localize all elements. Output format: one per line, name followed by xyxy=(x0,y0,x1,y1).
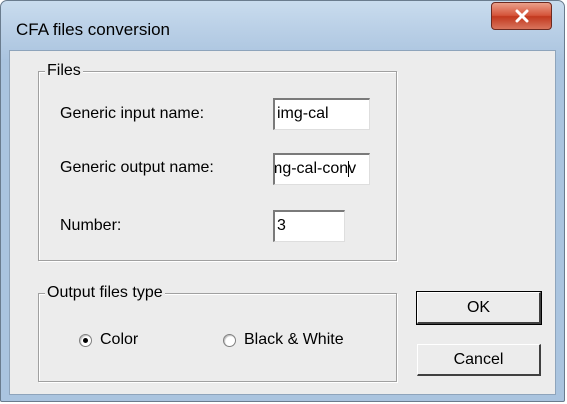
number-value: 3 xyxy=(277,217,286,234)
dialog-body: Files Generic input name: img-cal Generi… xyxy=(9,50,556,395)
close-button[interactable] xyxy=(491,2,552,30)
output-name-label: Generic output name: xyxy=(60,159,214,176)
output-type-group: Output files type Color Black & White xyxy=(38,284,397,382)
radio-black-white-label: Black & White xyxy=(244,331,344,348)
cancel-button[interactable]: Cancel xyxy=(417,344,541,376)
radio-black-white-indicator[interactable] xyxy=(223,333,236,347)
output-name-field[interactable]: mg-cal-conv xyxy=(273,153,370,185)
input-name-field[interactable]: img-cal xyxy=(273,98,370,130)
number-label: Number: xyxy=(60,217,122,234)
input-name-label: Generic input name: xyxy=(60,105,205,122)
input-name-value: img-cal xyxy=(277,105,329,122)
window-title: CFA files conversion xyxy=(16,20,171,39)
output-type-group-title: Output files type xyxy=(45,284,165,302)
ok-button[interactable]: OK xyxy=(416,291,542,325)
title-bar[interactable]: CFA files conversion xyxy=(1,1,564,49)
output-name-value: mg-cal-conv xyxy=(273,160,357,177)
radio-color[interactable]: Color xyxy=(79,331,138,349)
close-icon xyxy=(515,9,528,23)
number-field[interactable]: 3 xyxy=(273,210,345,242)
text-caret xyxy=(348,160,350,177)
files-group-title: Files xyxy=(45,62,83,80)
dialog-window: CFA files conversion Files Generic input… xyxy=(0,0,565,402)
files-group: Files Generic input name: img-cal Generi… xyxy=(38,62,397,261)
radio-color-label: Color xyxy=(100,331,139,348)
radio-color-indicator[interactable] xyxy=(79,333,92,347)
radio-black-white[interactable]: Black & White xyxy=(223,331,344,349)
